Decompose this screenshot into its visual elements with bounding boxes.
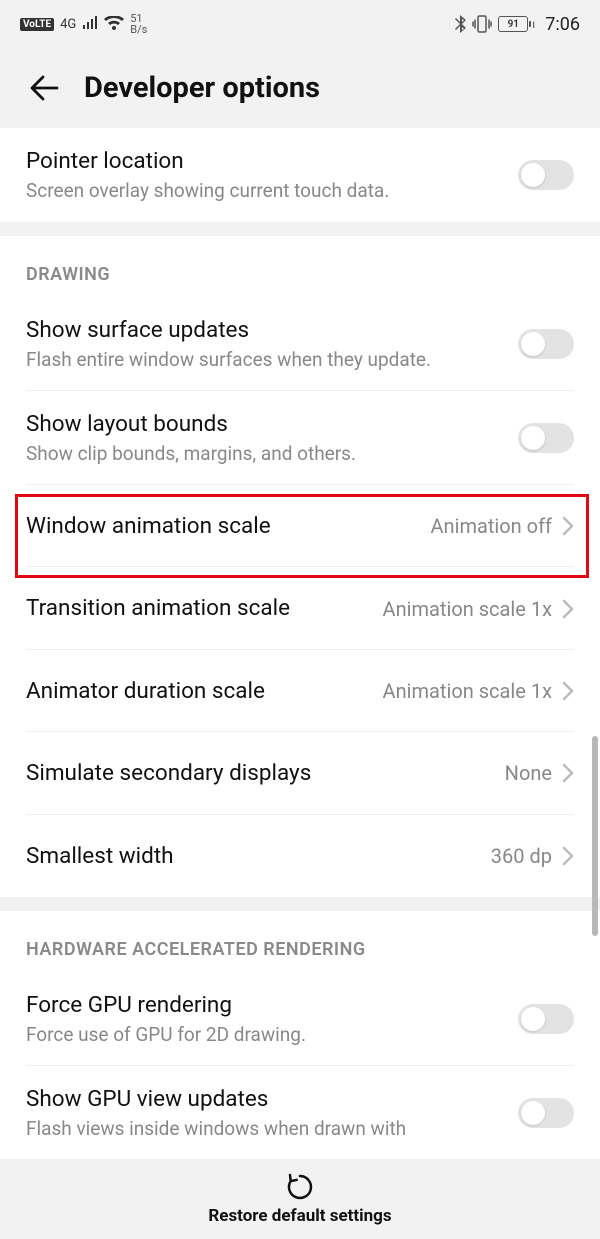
row-title: Pointer location (26, 146, 506, 176)
row-subtitle: Force use of GPU for 2D drawing. (26, 1022, 506, 1048)
bluetooth-icon (454, 15, 466, 33)
toggle-switch[interactable] (518, 423, 574, 453)
row-title: Window animation scale (26, 511, 418, 541)
network-gen: 4G (60, 18, 76, 31)
row-value: None (505, 761, 552, 785)
chevron-right-icon (562, 681, 574, 701)
clock: 7:06 (545, 14, 580, 35)
settings-list[interactable]: Pointer location Screen overlay showing … (0, 128, 600, 1159)
row-pointer-location[interactable]: Pointer location Screen overlay showing … (0, 128, 600, 222)
row-simulate-secondary-displays[interactable]: Simulate secondary displays None (0, 732, 600, 814)
arrow-left-icon (29, 73, 59, 103)
category-drawing: DRAWING (0, 236, 600, 297)
row-smallest-width[interactable]: Smallest width 360 dp (0, 815, 600, 897)
toggle-switch[interactable] (518, 160, 574, 190)
restore-icon (285, 1172, 315, 1202)
row-show-surface-updates[interactable]: Show surface updates Flash entire window… (0, 297, 600, 391)
signal-icon (82, 16, 98, 33)
toggle-switch[interactable] (518, 1098, 574, 1128)
row-force-gpu-rendering[interactable]: Force GPU rendering Force use of GPU for… (0, 972, 600, 1066)
scrollbar-thumb[interactable] (592, 736, 598, 936)
chevron-right-icon (562, 599, 574, 619)
row-window-animation-scale[interactable]: Window animation scale Animation off (0, 485, 600, 567)
row-subtitle: Screen overlay showing current touch dat… (26, 178, 506, 204)
row-value: Animation scale 1x (383, 597, 552, 621)
row-title: Show GPU view updates (26, 1084, 506, 1114)
row-subtitle: Flash views inside windows when drawn wi… (26, 1116, 506, 1142)
row-value: Animation scale 1x (383, 679, 552, 703)
chevron-right-icon (562, 516, 574, 536)
app-bar: Developer options (0, 48, 600, 128)
page-title: Developer options (84, 71, 320, 105)
row-title: Force GPU rendering (26, 990, 506, 1020)
network-speed: 51B/s (130, 13, 147, 35)
toggle-switch[interactable] (518, 1004, 574, 1034)
row-title: Show surface updates (26, 315, 506, 345)
row-show-gpu-view-updates[interactable]: Show GPU view updates Flash views inside… (0, 1066, 600, 1159)
wifi-icon (104, 16, 124, 32)
battery-icon: 91 ı (498, 16, 535, 32)
status-bar: VoLTE 4G 51B/s 91 ı 7:06 (0, 0, 600, 48)
volte-badge: VoLTE (20, 18, 54, 31)
row-title: Transition animation scale (26, 593, 371, 623)
restore-defaults-button[interactable]: Restore default settings (0, 1159, 600, 1239)
category-hardware-accel: HARDWARE ACCELERATED RENDERING (0, 911, 600, 972)
row-subtitle: Flash entire window surfaces when they u… (26, 347, 506, 373)
toggle-switch[interactable] (518, 329, 574, 359)
row-value: Animation off (430, 514, 552, 538)
row-title: Simulate secondary displays (26, 758, 493, 788)
row-subtitle: Show clip bounds, margins, and others. (26, 441, 506, 467)
chevron-right-icon (562, 763, 574, 783)
restore-label: Restore default settings (208, 1206, 391, 1226)
row-title: Smallest width (26, 841, 479, 871)
vibrate-icon (472, 15, 492, 33)
row-show-layout-bounds[interactable]: Show layout bounds Show clip bounds, mar… (0, 391, 600, 485)
row-title: Animator duration scale (26, 676, 371, 706)
row-value: 360 dp (491, 844, 552, 868)
chevron-right-icon (562, 846, 574, 866)
row-animator-duration-scale[interactable]: Animator duration scale Animation scale … (0, 650, 600, 732)
row-transition-animation-scale[interactable]: Transition animation scale Animation sca… (0, 567, 600, 649)
back-button[interactable] (24, 68, 64, 108)
row-title: Show layout bounds (26, 409, 506, 439)
